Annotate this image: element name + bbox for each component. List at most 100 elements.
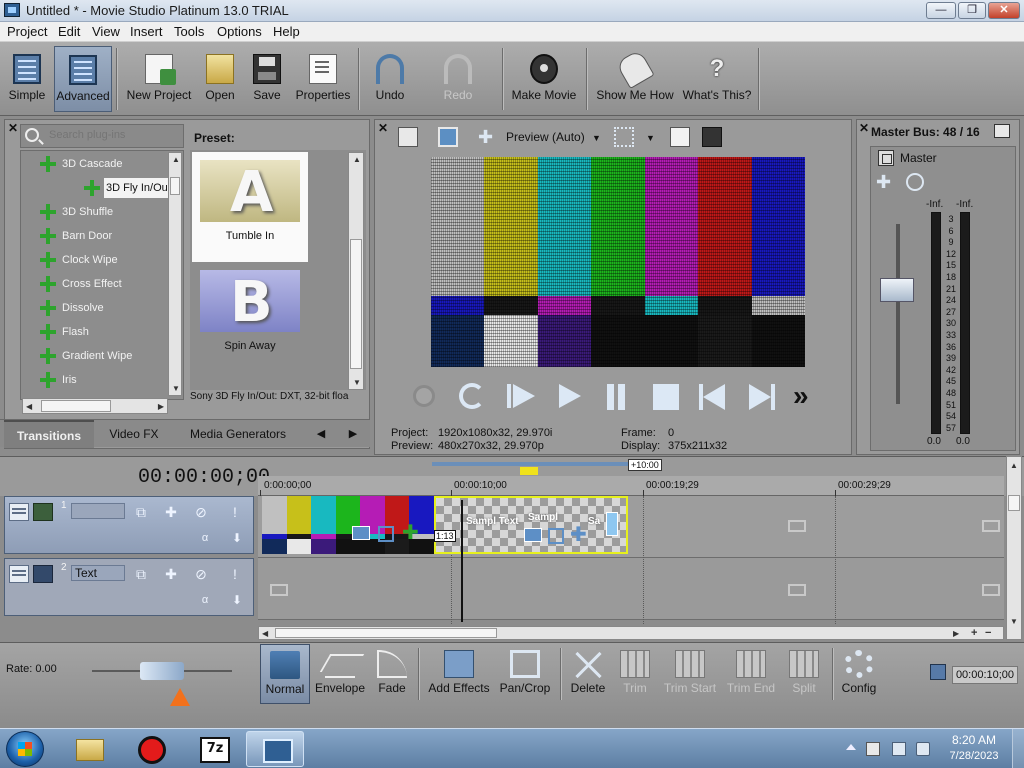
scrollbar-thumb[interactable] [1008,495,1020,511]
config-button[interactable]: Config [836,644,882,704]
play-button[interactable] [551,380,583,412]
simple-button[interactable]: Simple [4,46,50,112]
mute-icon[interactable]: ⊘ [191,503,211,521]
taskbar-recorder-button[interactable] [122,731,180,767]
timecode-display[interactable]: 00:00:00;00 [138,466,270,489]
new-project-button[interactable]: New Project [124,46,194,112]
show-hidden-icons-icon[interactable] [846,744,856,750]
tree-item-clock-wipe[interactable]: Clock Wipe [40,250,158,270]
mute-icon[interactable] [906,173,924,191]
project-end-time[interactable]: 00:00:10;00 [952,666,1018,684]
tab-transitions[interactable]: Transitions [4,420,94,448]
tree-item-flash[interactable]: Flash [40,322,158,342]
save-button[interactable]: Save [248,46,286,112]
taskbar-movie-studio-button[interactable] [246,731,304,767]
loop-region-bar[interactable] [432,462,628,466]
start-button[interactable] [6,731,44,767]
master-enable-checkbox[interactable] [878,150,894,166]
solo-icon[interactable]: ! [225,565,245,583]
panel-close-icon[interactable]: ✕ [8,121,18,135]
scroll-left-icon[interactable]: ◀ [262,629,268,638]
track-fx-icon[interactable]: ✚ [161,503,181,521]
scrollbar-thumb[interactable] [41,400,111,412]
scroll-down-icon[interactable]: ▼ [353,378,361,387]
taskbar-7zip-button[interactable] [184,731,242,767]
tab-video-fx[interactable]: Video FX [96,420,172,448]
scroll-left-icon[interactable]: ◀ [26,402,32,411]
go-to-end-button[interactable] [745,380,777,412]
track-lane-text[interactable] [258,558,1004,620]
compositing-icon[interactable]: ⧉ [131,565,151,583]
panel-close-icon[interactable]: ✕ [378,121,388,135]
go-to-start-button[interactable] [697,380,729,412]
minimize-button[interactable]: — [926,2,956,19]
preset-vertical-scrollbar[interactable]: ▲ ▼ [348,152,364,390]
copy-snapshot-icon[interactable] [670,127,690,147]
track-collapse-icon[interactable] [9,565,29,583]
fade-button[interactable]: Fade [370,644,414,704]
undo-button[interactable]: Undo [370,46,410,112]
preset-tumble-in[interactable]: A Tumble In [192,152,308,262]
bus-options-icon[interactable] [994,124,1010,138]
track-collapse-icon[interactable] [9,503,29,521]
tree-item-3d-cascade[interactable]: 3D Cascade [40,154,158,174]
track-motion-icon[interactable]: ⬇ [227,591,247,609]
clock-date[interactable]: 7/28/2023 [938,750,1010,762]
volume-fader-knob[interactable] [880,278,914,302]
tree-item-3d-fly-in-out[interactable]: 3D Fly In/Ou [104,178,170,198]
trim-start-button[interactable]: Trim Start [660,644,720,704]
scroll-right-icon[interactable]: ▶ [953,629,959,638]
pan-crop-button[interactable]: Pan/Crop [496,644,554,704]
split-button[interactable]: Split [782,644,826,704]
zoom-out-icon[interactable]: − [985,627,991,639]
preview-quality-dropdown[interactable]: Preview (Auto) [506,130,585,144]
media-fx-icon[interactable]: ✚ [570,522,587,547]
network-icon[interactable] [892,742,906,756]
tree-item-cross-effect[interactable]: Cross Effect [40,274,158,294]
scrollbar-thumb[interactable] [170,177,180,195]
video-clip-color-bars[interactable]: ✚ [262,496,434,554]
tree-item-gradient-wipe[interactable]: Gradient Wipe [40,346,158,366]
add-effects-button[interactable]: Add Effects [424,644,494,704]
video-fx-icon[interactable]: ✚ [478,127,498,147]
scroll-right-icon[interactable]: ▶ [158,402,164,411]
tree-item-iris[interactable]: Iris [40,370,158,390]
stop-button[interactable] [649,380,681,412]
panel-close-icon[interactable]: ✕ [859,121,869,135]
trim-end-button[interactable]: Trim End [724,644,778,704]
menu-options[interactable]: Options [217,24,262,39]
clip-fx-icon[interactable] [524,528,542,542]
envelope-tool-button[interactable]: Envelope [312,644,368,704]
show-me-how-button[interactable]: Show Me How [594,46,676,112]
track-name-field[interactable]: Text [71,565,125,581]
tree-horizontal-scrollbar[interactable]: ◀ ▶ [22,398,168,414]
play-from-start-button[interactable] [505,380,537,412]
tab-media-generators[interactable]: Media Generators [176,420,300,448]
marker-handle[interactable] [520,467,538,475]
project-properties-icon[interactable] [398,127,418,147]
delete-button[interactable]: Delete [566,644,610,704]
mute-icon[interactable]: ⊘ [191,565,211,583]
track-fx-icon[interactable]: ✚ [161,565,181,583]
pan-crop-icon[interactable] [548,528,564,544]
tree-item-3d-shuffle[interactable]: 3D Shuffle [40,202,158,222]
zoom-in-icon[interactable]: + [971,627,977,639]
search-input[interactable] [49,129,179,141]
app-icon[interactable] [4,3,20,17]
taskbar-explorer-button[interactable] [60,731,118,767]
chevron-down-icon[interactable]: ▼ [592,133,601,143]
show-desktop-button[interactable] [1012,729,1024,768]
clip-handle-icon[interactable] [606,512,618,536]
timeline-horizontal-scrollbar[interactable]: ◀ ▶ + − [258,626,1004,640]
menu-edit[interactable]: Edit [58,24,80,39]
external-monitor-icon[interactable] [438,127,458,147]
volume-icon[interactable] [916,742,930,756]
scroll-up-icon[interactable]: ▲ [172,155,180,164]
tab-scroll-right-icon[interactable]: ▶ [342,420,364,448]
preset-spin-away[interactable]: B Spin Away [192,262,308,372]
media-fx-icon[interactable]: ✚ [402,520,419,545]
advanced-button[interactable]: Advanced [54,46,112,112]
open-button[interactable]: Open [200,46,240,112]
tree-item-dissolve[interactable]: Dissolve [40,298,158,318]
save-snapshot-icon[interactable] [702,127,722,147]
